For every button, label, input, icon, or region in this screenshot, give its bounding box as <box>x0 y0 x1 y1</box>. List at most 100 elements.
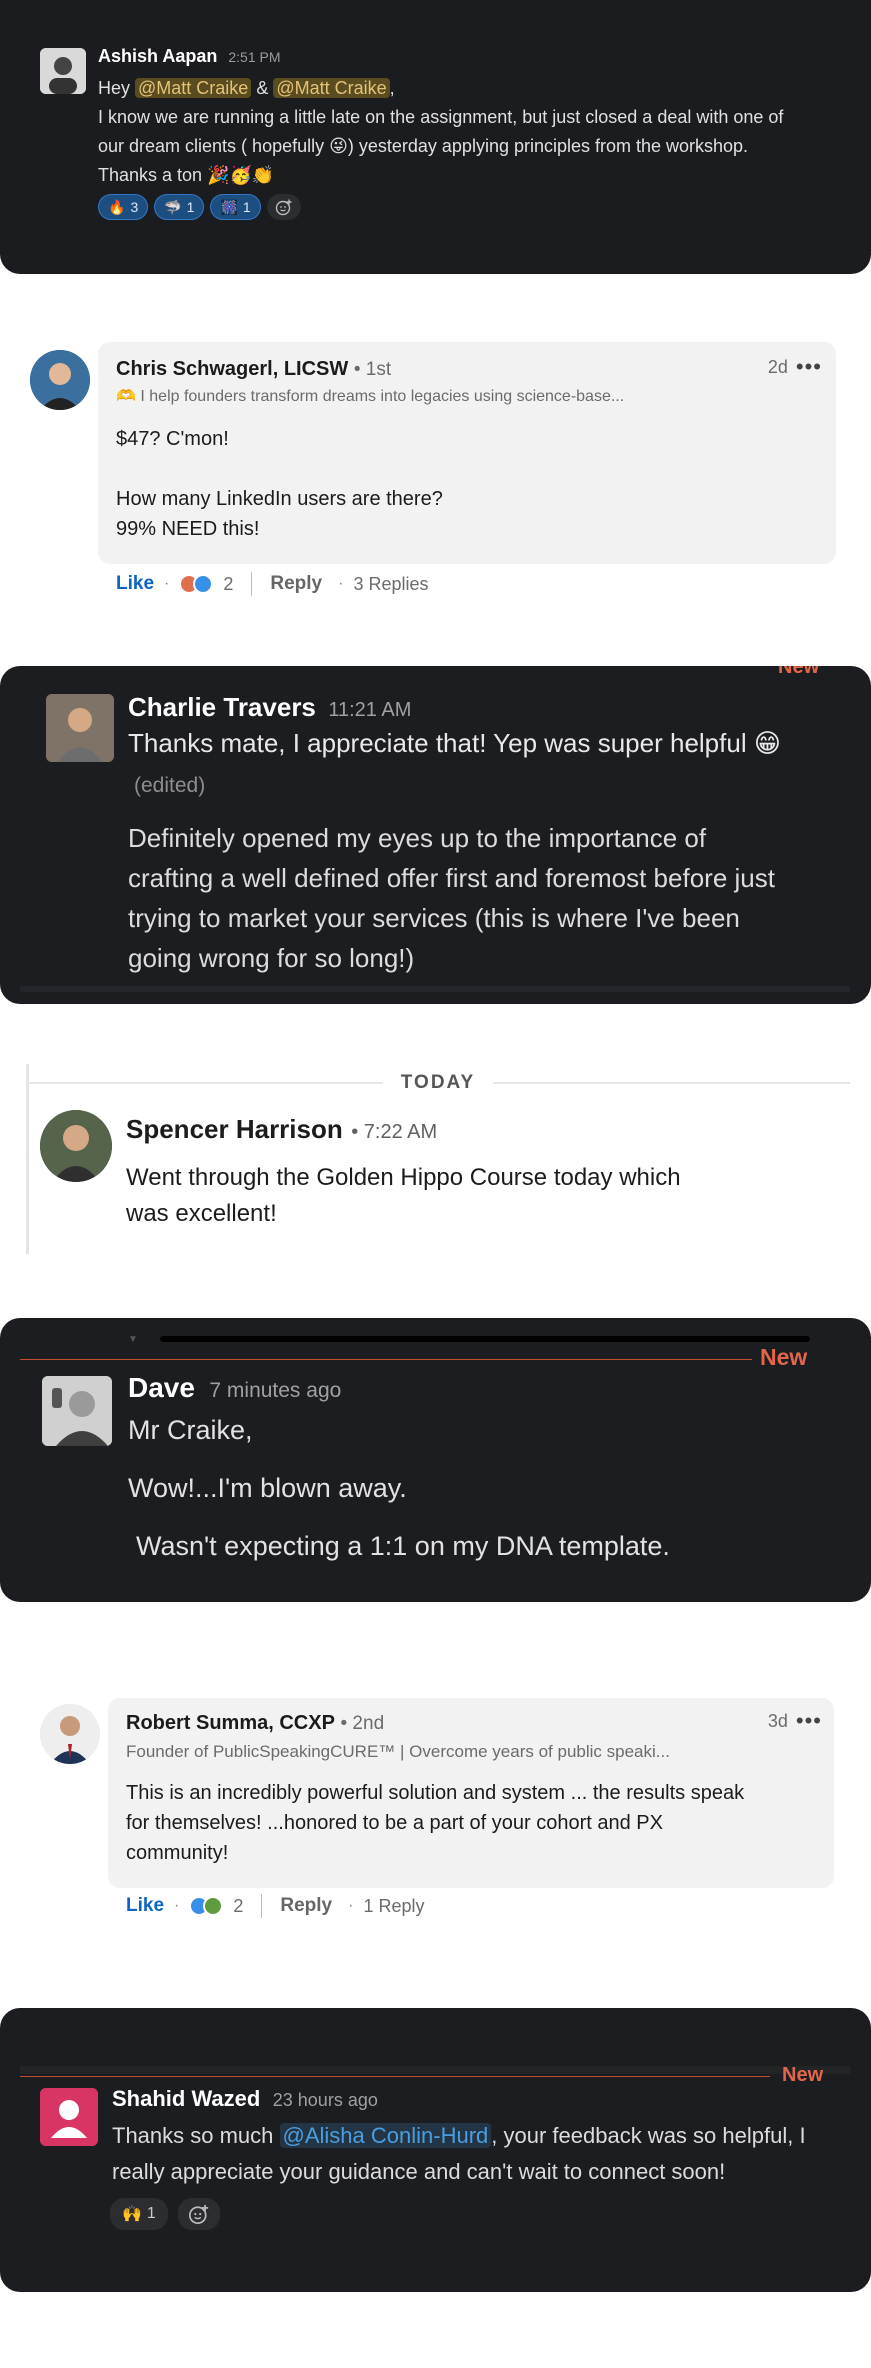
message-body: Hey @Matt Craike & @Matt Craike, I know … <box>98 74 783 190</box>
timestamp[interactable]: 7 minutes ago <box>209 1379 341 1402</box>
message-line: trying to market your services (this is … <box>128 903 740 933</box>
comment-line: $47? C'mon! <box>116 428 229 450</box>
mention-link[interactable]: @Matt Craike <box>273 78 390 98</box>
reaction-count: 3 <box>130 199 139 215</box>
replies-link[interactable]: 1 Reply <box>363 1896 424 1917</box>
new-messages-line <box>20 2076 770 2077</box>
raised-hands-emoji-icon: 🙌 <box>122 2206 142 2223</box>
timestamp[interactable]: • 7:22 AM <box>351 1121 437 1143</box>
sender-name[interactable]: Charlie Travers <box>128 692 316 722</box>
add-reaction-button[interactable] <box>177 2198 220 2230</box>
message-line: Thanks a ton <box>98 165 203 185</box>
connection-degree: • 2nd <box>340 1713 385 1734</box>
comment-body: This is an incredibly powerful solution … <box>126 1778 744 1868</box>
comment-age: 3d <box>767 1710 788 1731</box>
message-line: going wrong for so long!) <box>128 943 415 973</box>
message-card-dave: ▼ New Dave 7 minutes ago Mr Craike, Wow!… <box>0 1318 871 1602</box>
message-line: crafting a well defined offer first and … <box>128 863 775 893</box>
comment-actions: Like · 2 Reply · 1 Reply <box>126 1892 424 1920</box>
reply-button[interactable]: Reply <box>280 1895 332 1917</box>
avatar[interactable] <box>46 694 114 762</box>
separator-dot: · <box>338 575 344 592</box>
mention-link[interactable]: @Matt Craike <box>135 78 252 98</box>
message-line: Definitely opened my eyes up to the impo… <box>128 823 707 853</box>
separator-dot: · <box>164 575 170 592</box>
more-options-icon[interactable]: ••• <box>796 356 822 378</box>
headline: Founder of PublicSpeakingCURE™ | Overcom… <box>126 1742 670 1761</box>
comment-line: This is an incredibly powerful solution … <box>126 1782 745 1804</box>
collapse-caret-icon[interactable]: ▼ <box>128 1334 138 1345</box>
fire-emoji-icon: 🔥 <box>108 198 126 215</box>
message-card-ashish: Ashish Aapan 2:51 PM Hey @Matt Craike & … <box>0 0 871 274</box>
connection-degree: • 1st <box>353 359 392 380</box>
insightful-reaction-icon <box>203 1896 224 1916</box>
grin-emoji-icon: 😁 <box>753 728 781 758</box>
reaction-icons[interactable] <box>179 574 214 594</box>
fireworks-emoji-icon: 🎆 <box>220 198 238 215</box>
message-line: Went through the Golden Hippo Course tod… <box>126 1164 681 1191</box>
timestamp[interactable]: 23 hours ago <box>273 2090 378 2110</box>
commenter-name[interactable]: Robert Summa, CCXP <box>126 1712 335 1734</box>
comment-line: community! <box>126 1842 229 1864</box>
sender-name[interactable]: Ashish Aapan <box>98 46 217 66</box>
message-body: Thanks so much @Alisha Conlin-Hurd, your… <box>112 2118 806 2190</box>
comma: , <box>389 78 395 98</box>
timestamp[interactable]: 11:21 AM <box>328 699 411 721</box>
divider <box>20 986 850 992</box>
reaction-pill[interactable]: 🦈 1 <box>154 194 205 220</box>
avatar[interactable] <box>40 1704 100 1764</box>
date-divider-label: TODAY <box>382 1072 494 1094</box>
like-reaction-icon <box>193 574 214 594</box>
add-emoji-icon <box>275 199 292 216</box>
like-button[interactable]: Like <box>126 1895 164 1917</box>
sender-name[interactable]: Spencer Harrison <box>126 1114 343 1144</box>
edited-label: (edited) <box>134 774 206 797</box>
message-line: really appreciate your guidance and can'… <box>112 2159 726 2184</box>
avatar[interactable] <box>42 1376 112 1446</box>
avatar[interactable] <box>40 2088 98 2146</box>
sender-name[interactable]: Shahid Wazed <box>112 2086 260 2111</box>
reaction-pill[interactable]: 🎆 1 <box>210 194 261 220</box>
comment-body: $47? C'mon! How many LinkedIn users are … <box>116 424 443 544</box>
message-line: Wow!...I'm blown away. <box>128 1473 407 1503</box>
divider <box>251 572 253 596</box>
message-line: , your feedback was so helpful, I <box>491 2123 806 2148</box>
reaction-count[interactable]: 2 <box>233 1896 243 1917</box>
sender-name[interactable]: Dave <box>128 1372 195 1403</box>
add-reaction-button[interactable] <box>266 194 301 220</box>
reply-button[interactable]: Reply <box>270 573 322 595</box>
shark-emoji-icon: 🦈 <box>164 198 182 215</box>
reaction-pill[interactable]: 🔥 3 <box>98 194 149 220</box>
message-line: Wasn't expecting a 1:1 on my DNA templat… <box>136 1531 670 1561</box>
message-line: Thanks mate, I appreciate that! Yep was … <box>128 728 747 758</box>
message-body: Went through the Golden Hippo Course tod… <box>126 1160 681 1232</box>
commenter-name[interactable]: Chris Schwagerl, LICSW <box>116 358 348 380</box>
reaction-pill[interactable]: 🙌 1 <box>110 2198 168 2230</box>
wink-emoji-icon: 😜 <box>329 136 348 156</box>
comment-line: for themselves! ...honored to be a part … <box>126 1812 663 1834</box>
add-emoji-icon <box>188 2204 208 2225</box>
timestamp[interactable]: 2:51 PM <box>228 49 280 65</box>
reaction-count[interactable]: 2 <box>223 574 233 595</box>
separator-dot: · <box>348 1897 354 1914</box>
mention-link[interactable]: @Alisha Conlin-Hurd <box>279 2123 492 2148</box>
heart-hands-emoji-icon: 🫶 <box>116 388 136 405</box>
message-body: Definitely opened my eyes up to the impo… <box>128 818 775 978</box>
reaction-bar: 🙌 1 <box>110 2198 220 2230</box>
message-line: Thanks so much <box>112 2123 280 2148</box>
new-marker: New <box>782 2064 824 2086</box>
scroll-shadow <box>160 1336 810 1342</box>
message-body: Mr Craike, Wow!...I'm blown away. Wasn't… <box>128 1412 670 1564</box>
message-line: was excellent! <box>126 1200 277 1227</box>
replies-link[interactable]: 3 Replies <box>353 574 428 595</box>
ampersand: & <box>251 78 274 98</box>
like-button[interactable]: Like <box>116 573 154 595</box>
date-divider: TODAY <box>26 1072 851 1094</box>
reaction-icons[interactable] <box>189 1896 224 1916</box>
avatar[interactable] <box>40 1110 112 1182</box>
avatar[interactable] <box>30 350 90 410</box>
message-card-shahid: New Shahid Wazed 23 hours ago Thanks so … <box>0 2008 871 2292</box>
more-options-icon[interactable]: ••• <box>796 1710 822 1732</box>
comment-line: 99% NEED this! <box>116 518 260 540</box>
avatar[interactable] <box>40 48 86 94</box>
